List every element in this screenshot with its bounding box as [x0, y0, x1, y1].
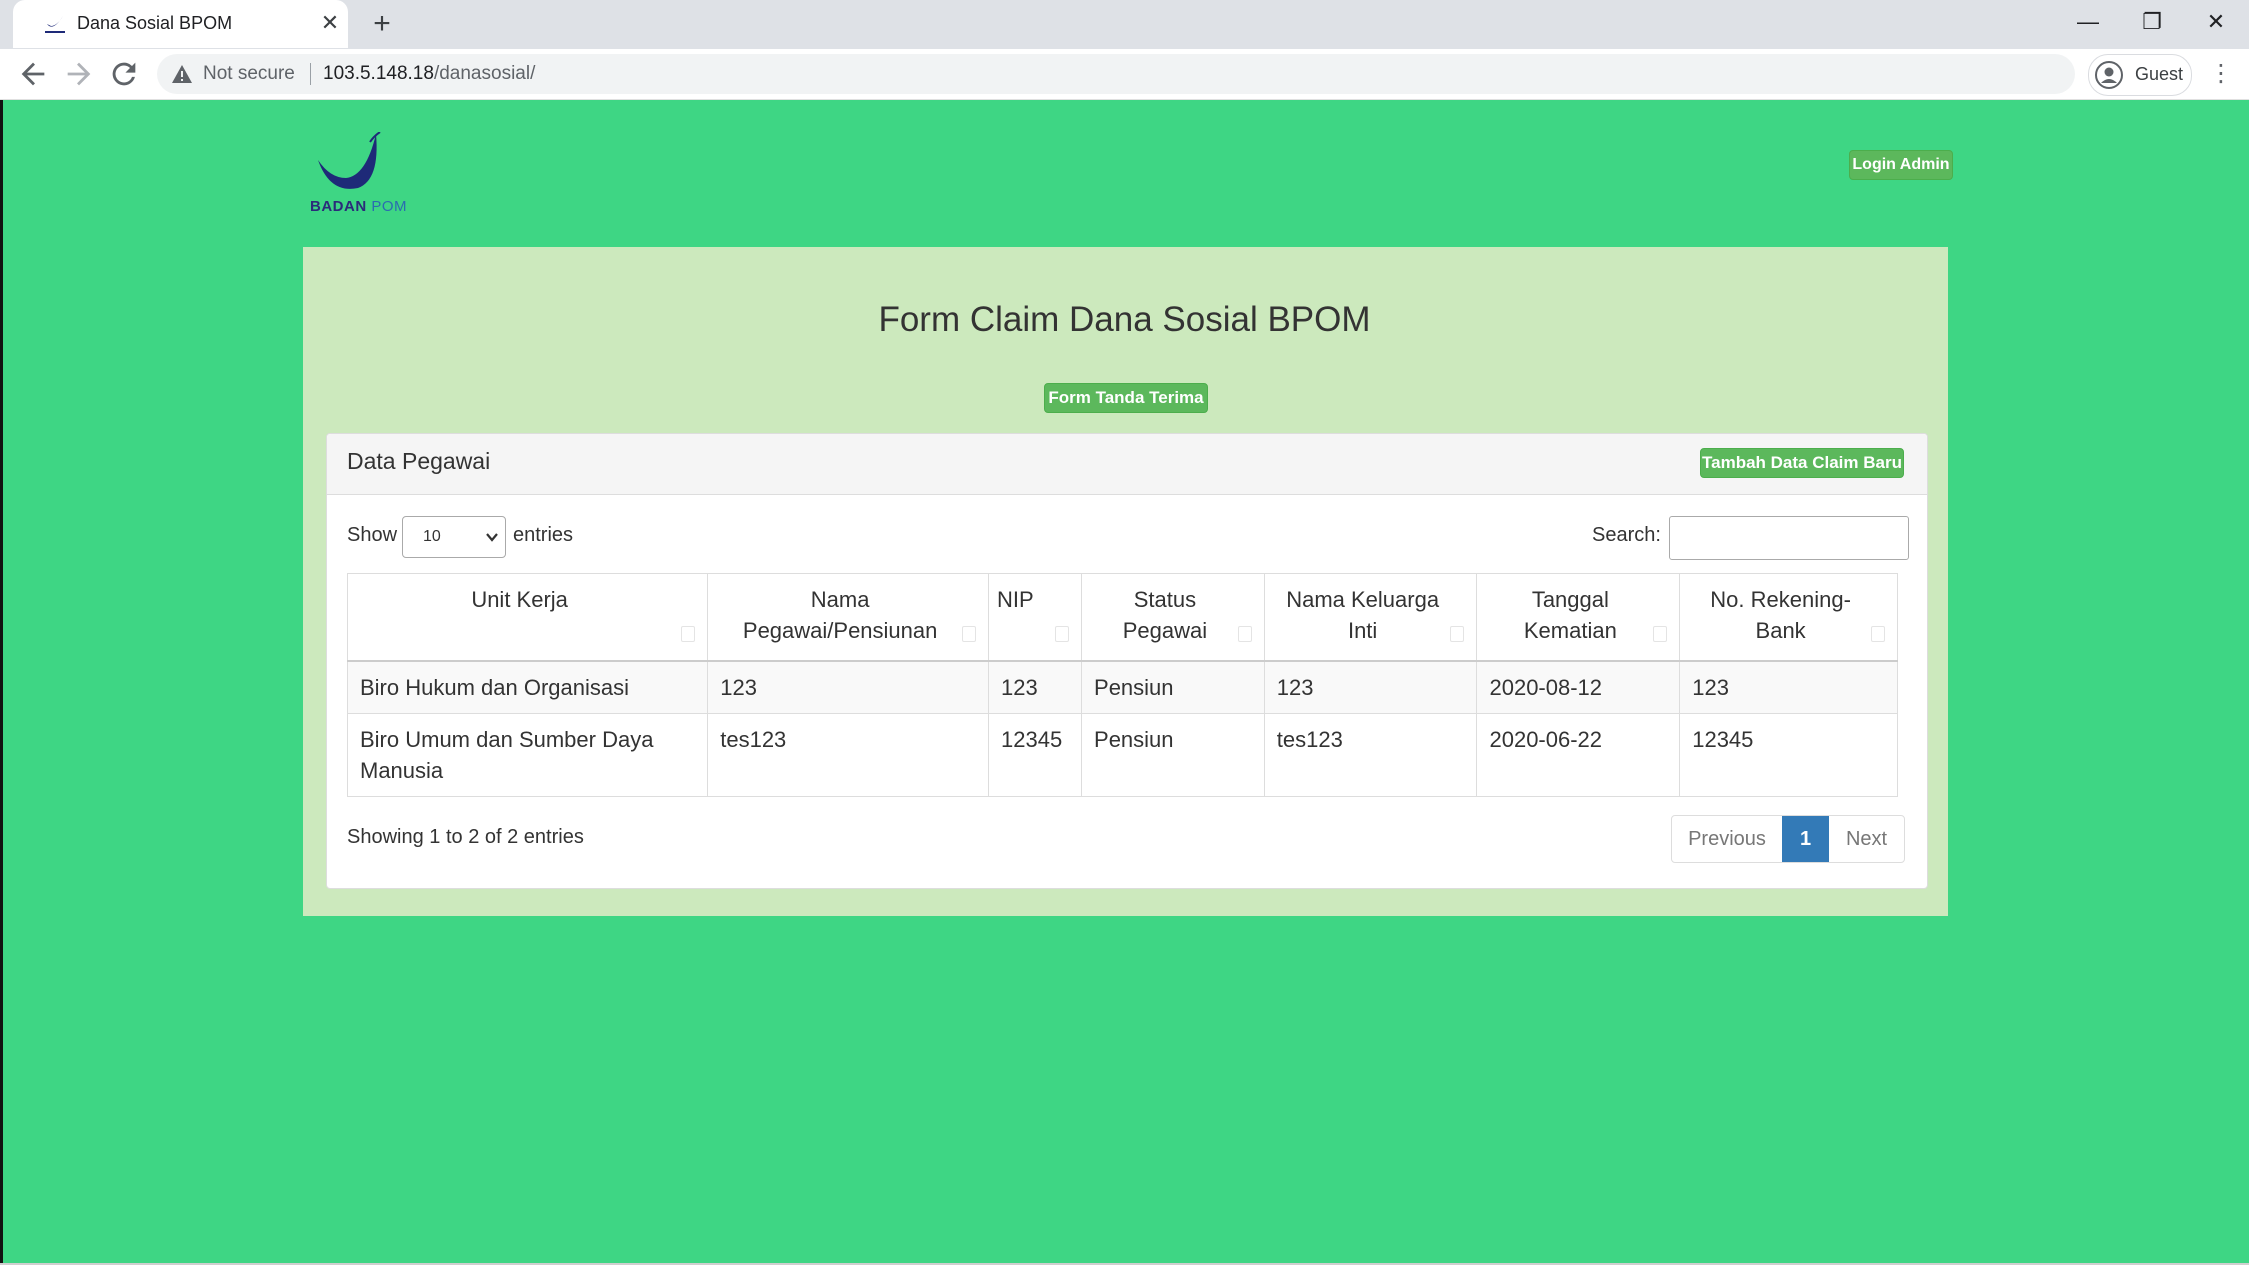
add-claim-button[interactable]: Tambah Data Claim Baru: [1700, 448, 1904, 478]
window-left-edge: [0, 100, 3, 1265]
bpom-logo[interactable]: BADAN POM: [310, 131, 407, 215]
table-row[interactable]: Biro Umum dan Sumber Daya Manusia tes123…: [346, 713, 1898, 797]
cell-keluarga: tes123: [1263, 713, 1478, 797]
cell-unit-kerja: Biro Umum dan Sumber Daya Manusia: [346, 713, 709, 797]
tab-strip: Dana Sosial BPOM ✕ + — ❐ ✕: [0, 0, 2249, 49]
cell-rekening: 123: [1679, 660, 1898, 714]
profile-label: Guest: [2135, 64, 2184, 84]
browser-menu-icon[interactable]: ⋮: [2206, 57, 2236, 91]
sort-icon: [1055, 626, 1070, 642]
browser-tab[interactable]: Dana Sosial BPOM ✕: [13, 0, 348, 48]
data-table: Unit Kerja Nama Pegawai/Pensiunan NIP St…: [346, 573, 1898, 797]
tab-close-icon[interactable]: ✕: [316, 9, 344, 37]
new-tab-icon[interactable]: +: [366, 8, 398, 40]
window-close-icon[interactable]: ✕: [2186, 4, 2246, 40]
url-text[interactable]: 103.5.148.18/danasosial/: [323, 63, 535, 85]
search-label: Search:: [1592, 524, 1661, 546]
show-label: Show: [347, 524, 398, 546]
logo-text: BADAN POM: [310, 198, 407, 215]
sort-icon: [1653, 626, 1668, 642]
sort-icon: [681, 626, 696, 642]
previous-button[interactable]: Previous: [1672, 816, 1782, 862]
column-label: Unit Kerja: [471, 587, 568, 612]
next-button[interactable]: Next: [1829, 816, 1904, 862]
search-input[interactable]: [1669, 516, 1909, 560]
column-label: Nama Pegawai/Pensiunan: [742, 587, 938, 643]
column-label: NIP: [997, 587, 1034, 612]
table-info: Showing 1 to 2 of 2 entries: [347, 826, 584, 848]
page-title: Form Claim Dana Sosial BPOM: [878, 300, 1371, 339]
logo-pom: POM: [371, 198, 408, 215]
cell-unit-kerja: Biro Hukum dan Organisasi: [346, 660, 709, 714]
back-arrow-icon[interactable]: [16, 57, 50, 91]
not-secure-label[interactable]: Not secure: [203, 63, 295, 85]
bpom-logo-mark: [318, 131, 381, 189]
browser-toolbar: Not secure 103.5.148.18/danasosial/ Gues…: [0, 49, 2249, 100]
form-tanda-terima-button[interactable]: Form Tanda Terima: [1044, 383, 1208, 413]
column-header-rekening[interactable]: No. Rekening-Bank: [1679, 573, 1898, 662]
omnibox-divider: [310, 63, 311, 85]
column-header-status[interactable]: Status Pegawai: [1081, 573, 1265, 662]
table-row[interactable]: Biro Hukum dan Organisasi 123 123 Pensiu…: [346, 660, 1898, 714]
cell-status: Pensiun: [1081, 713, 1265, 797]
cell-status: Pensiun: [1081, 660, 1265, 714]
card-title: Data Pegawai: [347, 448, 491, 474]
logo-badan: BADAN: [310, 198, 367, 215]
cell-nip: 123: [988, 660, 1083, 714]
minimize-icon[interactable]: —: [2058, 4, 2118, 40]
column-header-unit-kerja[interactable]: Unit Kerja: [346, 573, 709, 662]
sort-icon: [1450, 626, 1465, 642]
table-header-row: Unit Kerja Nama Pegawai/Pensiunan NIP St…: [346, 573, 1898, 662]
card-header: Data Pegawai Tambah Data Claim Baru: [327, 434, 1927, 495]
warning-icon: [172, 65, 192, 83]
tab-title: Dana Sosial BPOM: [77, 13, 233, 33]
cell-nip: 12345: [988, 713, 1083, 797]
profile-avatar-icon: [2095, 61, 2123, 89]
url-host: 103.5.148.18: [323, 63, 434, 84]
column-label: Nama Keluarga Inti: [1286, 587, 1440, 643]
entries-select[interactable]: 10: [402, 516, 506, 558]
bpom-favicon-icon: [45, 16, 65, 33]
sort-icon: [1237, 626, 1252, 642]
reload-icon[interactable]: [107, 57, 141, 91]
column-label: No. Rekening-Bank: [1710, 587, 1851, 643]
cell-keluarga: 123: [1263, 660, 1478, 714]
entries-label: entries: [513, 524, 574, 546]
cell-tanggal: 2020-08-12: [1476, 660, 1681, 714]
cell-nama: 123: [707, 660, 990, 714]
chevron-down-icon: [486, 533, 498, 542]
login-admin-button[interactable]: Login Admin: [1849, 150, 1953, 180]
page-1-button[interactable]: 1: [1782, 816, 1829, 862]
column-label: Status Pegawai: [1122, 587, 1208, 643]
entries-select-value: 10: [423, 528, 441, 545]
cell-tanggal: 2020-06-22: [1476, 713, 1681, 797]
restore-icon[interactable]: ❐: [2122, 4, 2182, 40]
forward-arrow-icon[interactable]: [62, 57, 96, 91]
column-label: Tanggal Kematian: [1523, 587, 1617, 643]
pagination: Previous 1 Next: [1671, 815, 1905, 863]
column-header-tanggal[interactable]: Tanggal Kematian: [1476, 573, 1681, 662]
profile-button[interactable]: Guest: [2088, 54, 2192, 96]
address-bar[interactable]: Not secure 103.5.148.18/danasosial/: [157, 54, 2075, 94]
column-header-nip[interactable]: NIP: [988, 573, 1083, 662]
column-header-keluarga[interactable]: Nama Keluarga Inti: [1263, 573, 1478, 662]
sort-icon: [962, 626, 977, 642]
column-header-nama[interactable]: Nama Pegawai/Pensiunan: [707, 573, 990, 662]
cell-rekening: 12345: [1679, 713, 1898, 797]
sort-icon: [1871, 626, 1885, 642]
url-path: /danasosial/: [433, 63, 536, 84]
cell-nama: tes123: [707, 713, 990, 797]
